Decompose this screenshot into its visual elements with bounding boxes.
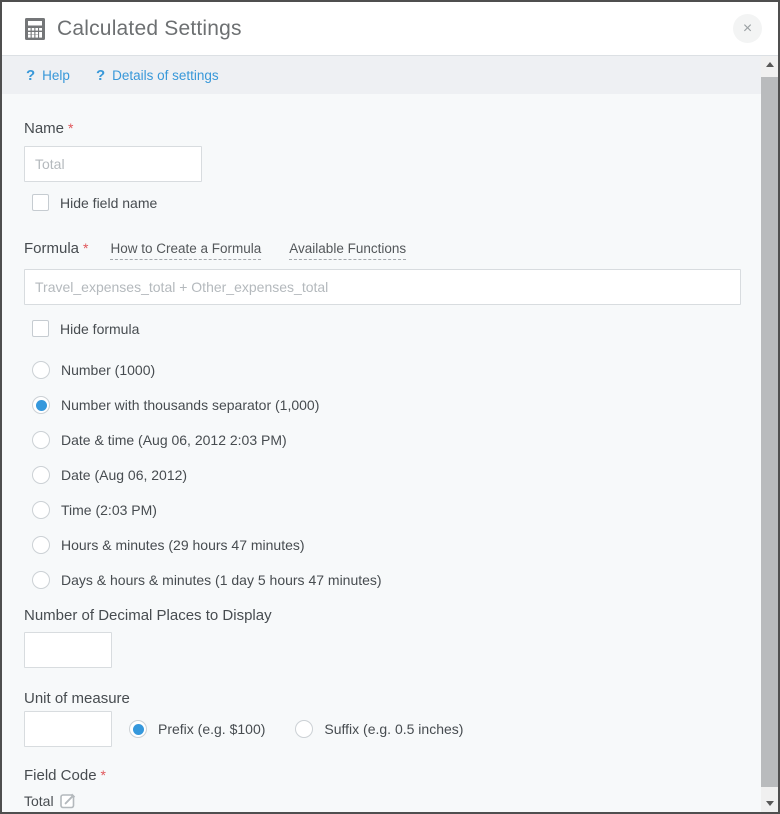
format-option-time[interactable]: Time (2:03 PM) [32, 501, 741, 519]
required-mark: * [101, 767, 106, 783]
dialog-header: Calculated Settings × [2, 2, 778, 56]
unit-of-measure-row: Prefix (e.g. $100) Suffix (e.g. 0.5 inch… [24, 711, 741, 747]
scroll-up-arrow[interactable] [761, 56, 778, 73]
hide-formula-label: Hide formula [60, 321, 139, 337]
required-mark: * [68, 120, 73, 136]
calculator-icon [24, 17, 46, 41]
radio-button[interactable] [32, 466, 50, 484]
unit-suffix-option[interactable]: Suffix (e.g. 0.5 inches) [295, 720, 463, 738]
scrollbar-thumb[interactable] [761, 77, 778, 787]
formula-input[interactable] [24, 269, 741, 305]
triangle-down-icon [766, 801, 774, 806]
help-link[interactable]: ? Help [26, 67, 70, 84]
scroll-down-arrow[interactable] [761, 795, 778, 812]
radio-button[interactable] [32, 536, 50, 554]
name-label: Name* [24, 120, 741, 137]
help-bar: ? Help ? Details of settings [2, 56, 761, 94]
format-option-date[interactable]: Date (Aug 06, 2012) [32, 466, 741, 484]
checkbox-box[interactable] [32, 194, 49, 211]
question-icon: ? [26, 67, 35, 84]
unit-of-measure-input[interactable] [24, 711, 112, 747]
settings-form: Name* Hide field name Formula* How to Cr… [2, 94, 761, 809]
calculated-settings-dialog: Calculated Settings × ? Help ? Details o… [0, 0, 780, 814]
field-code-label: Field Code* [24, 767, 741, 784]
formula-header-row: Formula* How to Create a Formula Availab… [24, 240, 741, 260]
radio-button[interactable] [32, 431, 50, 449]
scrollbar[interactable] [761, 56, 778, 812]
dialog-title: Calculated Settings [57, 17, 242, 41]
hide-field-name-label: Hide field name [60, 195, 157, 211]
available-functions-link[interactable]: Available Functions [289, 241, 406, 260]
format-option-hours-minutes[interactable]: Hours & minutes (29 hours 47 minutes) [32, 536, 741, 554]
hide-field-name-checkbox[interactable]: Hide field name [32, 194, 741, 211]
settings-panel: ? Help ? Details of settings Name* Hide … [2, 56, 761, 812]
format-option-days-hours-minutes[interactable]: Days & hours & minutes (1 day 5 hours 47… [32, 571, 741, 589]
close-button[interactable]: × [733, 14, 762, 43]
radio-button[interactable] [295, 720, 313, 738]
format-option-thousands-separator[interactable]: Number with thousands separator (1,000) [32, 396, 741, 414]
field-code-row: Total [24, 792, 741, 809]
field-code-value: Total [24, 793, 54, 809]
question-icon: ? [96, 67, 105, 84]
radio-button[interactable] [32, 361, 50, 379]
format-option-number[interactable]: Number (1000) [32, 361, 741, 379]
details-link-label: Details of settings [112, 68, 219, 83]
how-to-create-formula-link[interactable]: How to Create a Formula [110, 241, 261, 260]
formula-label: Formula* [24, 240, 88, 257]
radio-button[interactable] [129, 720, 147, 738]
triangle-up-icon [766, 62, 774, 67]
radio-button[interactable] [32, 501, 50, 519]
radio-button[interactable] [32, 571, 50, 589]
close-icon: × [743, 21, 752, 37]
dialog-content: ? Help ? Details of settings Name* Hide … [2, 56, 778, 812]
checkbox-box[interactable] [32, 320, 49, 337]
details-of-settings-link[interactable]: ? Details of settings [96, 67, 219, 84]
display-format-options: Number (1000) Number with thousands sepa… [24, 361, 741, 589]
format-option-datetime[interactable]: Date & time (Aug 06, 2012 2:03 PM) [32, 431, 741, 449]
radio-button[interactable] [32, 396, 50, 414]
decimal-places-input[interactable] [24, 632, 112, 668]
unit-prefix-option[interactable]: Prefix (e.g. $100) [129, 720, 265, 738]
help-link-label: Help [42, 68, 70, 83]
unit-of-measure-label: Unit of measure [24, 690, 741, 707]
decimal-places-label: Number of Decimal Places to Display [24, 607, 741, 624]
name-input[interactable] [24, 146, 202, 182]
edit-field-code-icon[interactable] [60, 792, 77, 809]
required-mark: * [83, 240, 88, 256]
hide-formula-checkbox[interactable]: Hide formula [32, 320, 741, 337]
